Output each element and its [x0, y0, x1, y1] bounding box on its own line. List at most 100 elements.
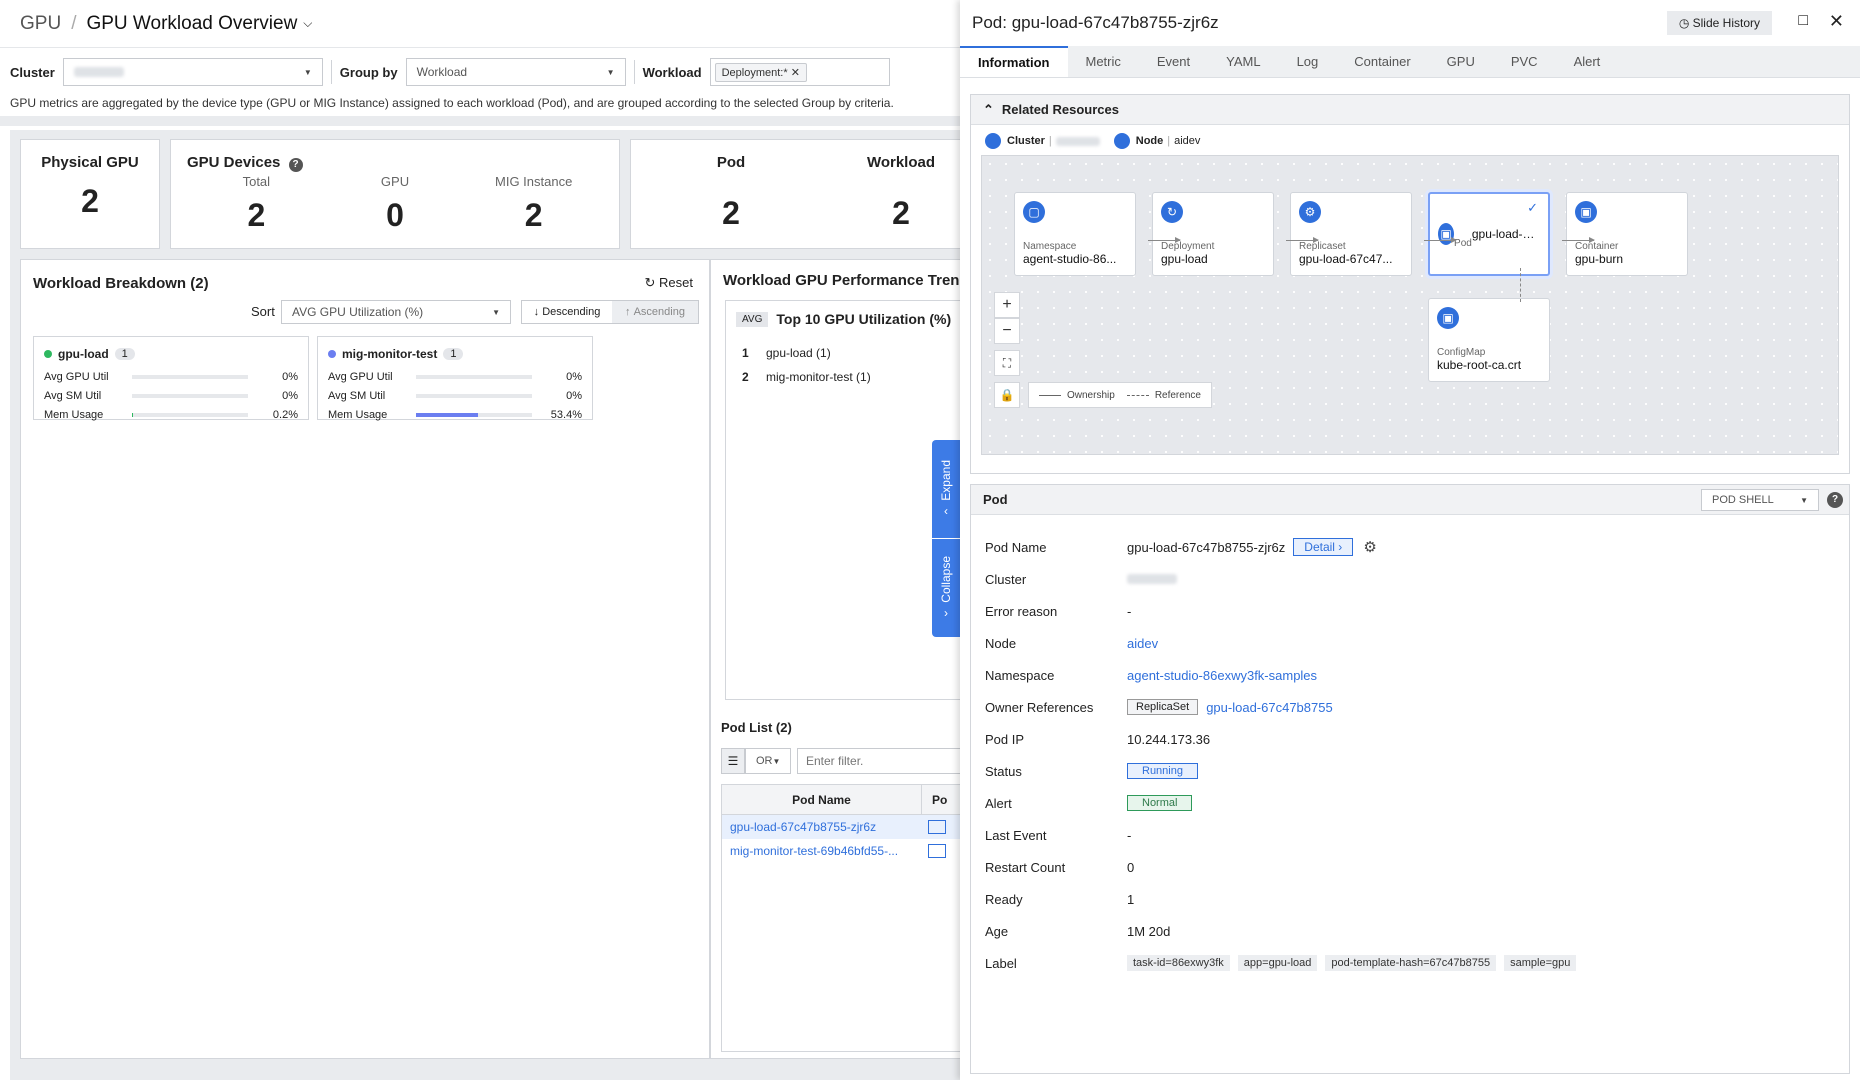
workload-card[interactable]: gpu-load 1 Avg GPU Util 0% Avg SM Util 0% Mem …: [33, 336, 309, 421]
table-row[interactable]: gpu-load-67c47b8755-zjr6z: [722, 815, 970, 839]
node-value[interactable]: aidev: [1174, 135, 1200, 147]
list-item[interactable]: 2 mig-monitor-test (1): [742, 365, 871, 389]
label-chip: task-id=86exwy3fk: [1127, 955, 1230, 971]
maximize-icon[interactable]: □: [1798, 12, 1808, 30]
workload-card-header: mig-monitor-test 1: [328, 347, 582, 361]
tab-log[interactable]: Log: [1279, 46, 1337, 77]
close-icon[interactable]: ✕: [791, 67, 800, 79]
metric-bar: [416, 412, 532, 417]
tab-pvc[interactable]: PVC: [1493, 46, 1556, 77]
gpu-devices-label: GPU Devices ?: [187, 154, 603, 172]
collapse-button[interactable]: Collapse ›: [932, 539, 960, 637]
related-resources-header[interactable]: ⌃ Related Resources: [971, 95, 1849, 125]
item-name: gpu-load (1): [766, 346, 831, 360]
field-last-event: Last Event -: [985, 825, 1131, 845]
tab-yaml[interactable]: YAML: [1208, 46, 1278, 77]
workload-tag[interactable]: Deployment:* ✕: [714, 62, 807, 82]
pod-workload-card: Pod 2 Workload 2: [630, 139, 960, 249]
table-row[interactable]: mig-monitor-test-69b46bfd55-...: [722, 839, 970, 863]
page-title[interactable]: GPU Workload Overview: [86, 13, 297, 35]
help-icon[interactable]: ?: [1827, 492, 1843, 508]
divider: [330, 60, 332, 84]
close-icon[interactable]: ✕: [1829, 11, 1844, 32]
divider: [633, 60, 635, 84]
top10-list: 1 gpu-load (1) 2 mig-monitor-test (1): [742, 341, 871, 389]
fit-view-button[interactable]: ⛶: [994, 350, 1020, 376]
lock-icon[interactable]: 🔒: [994, 382, 1020, 408]
metric-label: Mem Usage: [44, 408, 104, 421]
last-event-value: -: [1127, 827, 1132, 843]
workload-select[interactable]: Deployment:* ✕: [709, 58, 890, 86]
total-value: 2: [247, 197, 266, 233]
metric-label: Avg GPU Util: [328, 370, 393, 383]
zoom-in-button[interactable]: +: [994, 292, 1020, 318]
series-dot: [44, 350, 52, 358]
graph-node-container[interactable]: ▣ Container gpu-burn: [1566, 192, 1688, 276]
restart-value: 0: [1127, 859, 1135, 875]
graph-node-pod[interactable]: ▣✓Podgpu-load-67c47...: [1428, 192, 1550, 276]
metric-value: 0%: [282, 389, 298, 402]
age-value: 1M 20d: [1127, 923, 1171, 939]
metric-value: 0%: [282, 370, 298, 383]
list-item[interactable]: 1 gpu-load (1): [742, 341, 871, 365]
field-error-reason: Error reason -: [985, 601, 1131, 621]
field-label: Alert: [985, 795, 1012, 811]
cluster-filter-label: Cluster: [10, 64, 55, 80]
resource-graph[interactable]: ▢ Namespace agent-studio-86... ↻ Deployment g…: [981, 155, 1839, 455]
filter-icon[interactable]: ☰: [721, 748, 745, 774]
mig-value: 2: [524, 197, 543, 233]
or-select[interactable]: OR ▼: [745, 748, 791, 774]
chevron-down-icon[interactable]: ⌵: [303, 16, 312, 31]
gear-icon[interactable]: ⚙: [1363, 538, 1376, 556]
workload-filter-label: Workload: [642, 64, 702, 80]
namespace-link[interactable]: agent-studio-86exwy3fk-samples: [1127, 668, 1317, 683]
field-label: Last Event: [985, 827, 1047, 843]
info-note: GPU metrics are aggregated by the device…: [10, 96, 894, 110]
pod-filter-input[interactable]: [797, 748, 977, 774]
or-value: OR: [756, 755, 773, 767]
graph-node-configmap[interactable]: ▣ ConfigMap kube-root-ca.crt: [1428, 298, 1550, 382]
gpu-devices: GPU 0: [326, 174, 465, 234]
detail-button[interactable]: Detail ›: [1293, 538, 1354, 556]
graph-node-deployment[interactable]: ↻ Deployment gpu-load: [1152, 192, 1274, 276]
breadcrumb-gpu[interactable]: GPU: [20, 13, 61, 35]
sort-value: AVG GPU Utilization (%): [292, 305, 424, 319]
node-link[interactable]: aidev: [1127, 636, 1158, 651]
breadcrumb-separator: /: [71, 12, 77, 34]
metric-label: Avg SM Util: [328, 389, 386, 402]
tab-container[interactable]: Container: [1336, 46, 1428, 77]
tab-gpu[interactable]: GPU: [1429, 46, 1493, 77]
sort-select[interactable]: AVG GPU Utilization (%) ▼: [281, 300, 511, 324]
table-header: Pod Name Po: [722, 785, 970, 815]
graph-node-replicaset[interactable]: ⚙ Replicaset gpu-load-67c47...: [1290, 192, 1412, 276]
metric-bar: [416, 374, 532, 379]
owner-link[interactable]: gpu-load-67c47b8755: [1206, 700, 1333, 715]
expand-button[interactable]: Expand ‹: [932, 440, 960, 538]
count-badge: 1: [114, 348, 135, 360]
pod-name-link[interactable]: mig-monitor-test-69b46bfd55-...: [722, 844, 922, 858]
zoom-out-button[interactable]: −: [994, 318, 1020, 344]
help-icon[interactable]: ?: [288, 158, 303, 172]
col-pod-name[interactable]: Pod Name: [722, 785, 922, 814]
gpu-label: GPU: [380, 174, 410, 189]
groupby-select[interactable]: Workload ▼: [405, 58, 626, 86]
reset-button[interactable]: ↻ Reset: [645, 275, 694, 291]
tab-information[interactable]: Information: [960, 46, 1068, 77]
tab-alert[interactable]: Alert: [1556, 46, 1619, 77]
pod-name-link[interactable]: gpu-load-67c47b8755-zjr6z: [722, 820, 922, 834]
tab-metric[interactable]: Metric: [1068, 46, 1139, 77]
legend-ownership: Ownership: [1067, 389, 1115, 401]
pod-name-value: gpu-load-67c47b8755-zjr6z: [1127, 539, 1286, 555]
pod-shell-select[interactable]: POD SHELL ▼: [1701, 489, 1819, 511]
sort-label: Sort: [251, 304, 275, 319]
slide-history-button[interactable]: ◷ Slide History: [1666, 11, 1772, 35]
cluster-select[interactable]: ▼: [62, 58, 323, 86]
ascending-button[interactable]: ↑ Ascending: [612, 301, 698, 323]
tab-event[interactable]: Event: [1139, 46, 1208, 77]
field-label: Error reason: [985, 603, 1058, 619]
graph-node-namespace[interactable]: ▢ Namespace agent-studio-86...: [1014, 192, 1136, 276]
workload-card[interactable]: mig-monitor-test 1 Avg GPU Util 0% Avg SM Ut…: [317, 336, 593, 421]
descending-button[interactable]: ↓ Descending: [522, 301, 612, 323]
status-badge: [928, 820, 946, 834]
metric-value: 0.2%: [272, 408, 298, 421]
